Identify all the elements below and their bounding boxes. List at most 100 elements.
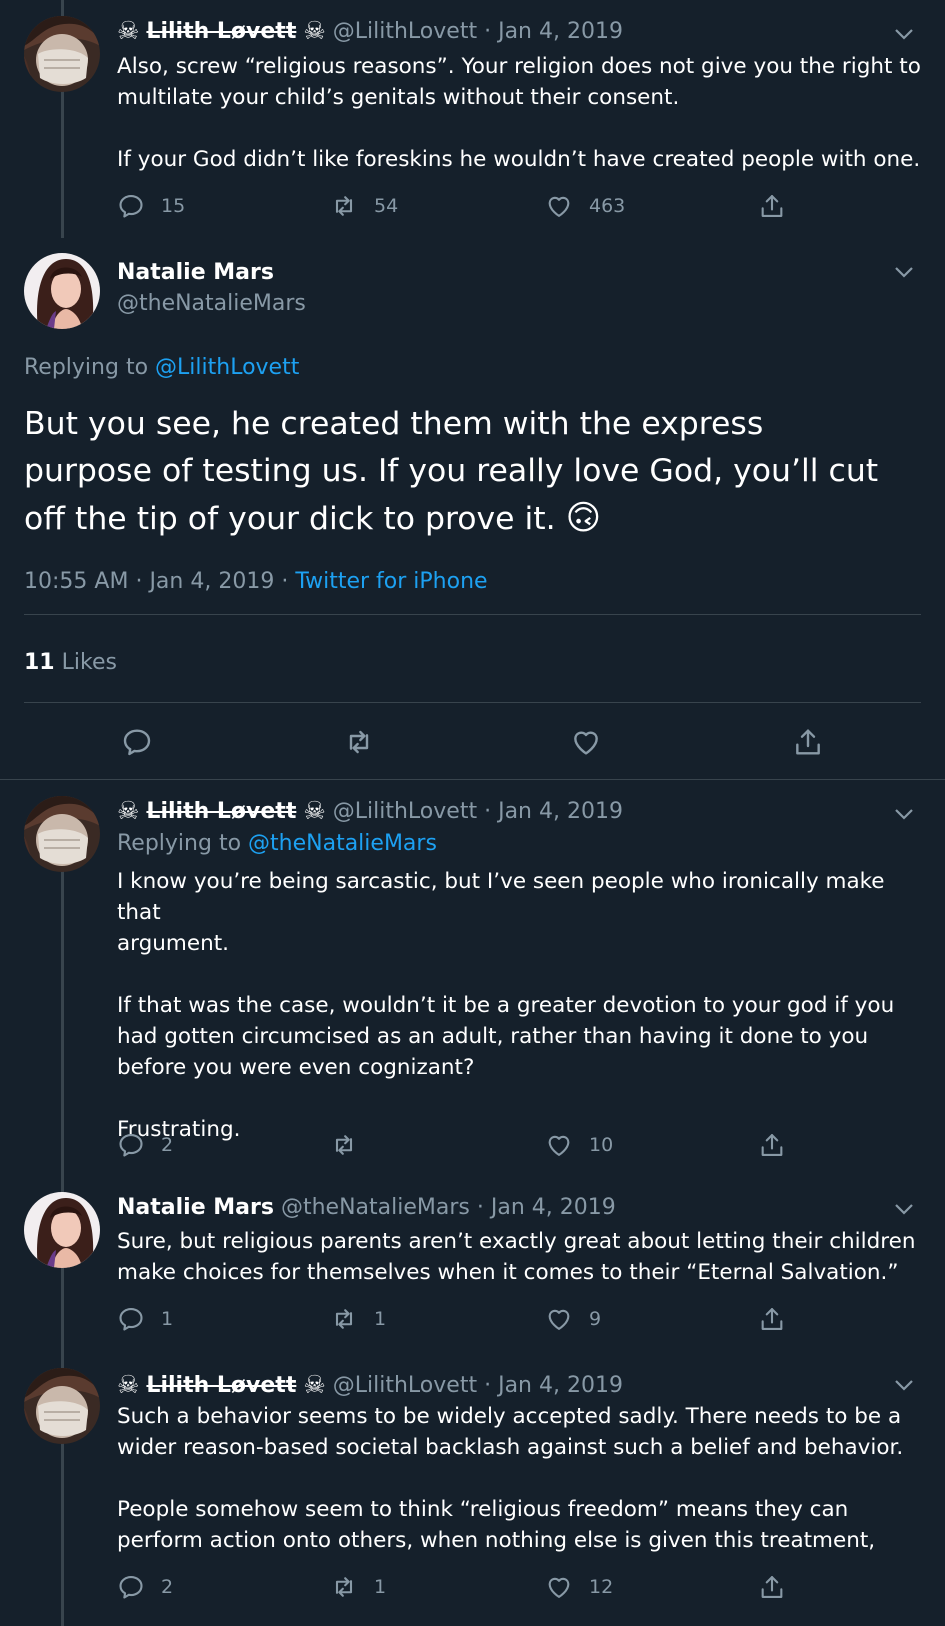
tweet-date[interactable]: Jan 4, 2019 (149, 569, 274, 594)
text-line: before you were even cognizant? (117, 1055, 475, 1080)
likes-summary[interactable]: 11 Likes (24, 650, 117, 675)
share-icon (758, 1305, 786, 1333)
text-line: If your God didn’t like foreskins he wou… (117, 147, 921, 172)
retweet-button[interactable] (343, 726, 375, 758)
reply-button[interactable]: 1 (117, 1305, 173, 1333)
share-button[interactable] (792, 726, 824, 758)
text-line: Such a behavior seems to be widely accep… (117, 1404, 902, 1429)
tweet-date[interactable]: Jan 4, 2019 (491, 1195, 616, 1220)
text-line: But you see, he created them with the ex… (24, 406, 764, 442)
share-icon (758, 1573, 786, 1601)
like-count: 463 (589, 195, 626, 217)
share-button[interactable] (758, 192, 786, 220)
tweet-header: ☠ Lilith Løvett ☠ @LilithLovett · Jan 4,… (117, 796, 623, 825)
retweet-icon (330, 192, 358, 220)
tweet-date[interactable]: Jan 4, 2019 (498, 19, 623, 44)
avatar[interactable] (24, 16, 100, 92)
tweet-source[interactable]: Twitter for iPhone (295, 569, 487, 594)
text-line: Sure, but religious parents aren’t exact… (117, 1229, 916, 1254)
chevron-down-icon[interactable] (893, 26, 915, 40)
reply-button[interactable]: 15 (117, 192, 185, 220)
display-name[interactable]: Natalie Mars (117, 1195, 274, 1220)
replying-label: Replying to (117, 831, 242, 856)
retweet-button[interactable] (330, 1131, 374, 1159)
reply-button[interactable]: 2 (117, 1573, 173, 1601)
like-button[interactable]: 463 (545, 192, 625, 220)
skull-crossbones-icon: ☠ (117, 796, 140, 825)
like-icon (545, 1131, 573, 1159)
text-line: If that was the case, wouldn’t it be a g… (117, 993, 895, 1018)
retweet-button[interactable]: 1 (330, 1305, 386, 1333)
chevron-down-icon[interactable] (893, 1201, 915, 1215)
share-button[interactable] (758, 1305, 786, 1333)
handle[interactable]: @LilithLovett (333, 19, 477, 44)
avatar[interactable] (24, 1368, 100, 1444)
mention-link[interactable]: @theNatalieMars (248, 831, 437, 856)
skull-crossbones-icon: ☠ (303, 1370, 326, 1399)
retweet-button[interactable]: 1 (330, 1573, 386, 1601)
separator: · (135, 569, 143, 594)
avatar[interactable] (24, 1192, 100, 1268)
text-line: People somehow seem to think “religious … (117, 1497, 849, 1522)
tweet-time[interactable]: 10:55 AM (24, 569, 128, 594)
share-icon (792, 726, 824, 758)
divider (24, 614, 921, 615)
share-button[interactable] (758, 1573, 786, 1601)
handle[interactable]: @LilithLovett (333, 799, 477, 824)
display-name[interactable]: Lilith Løvett (146, 799, 296, 824)
chevron-down-icon[interactable] (893, 1377, 915, 1391)
text-line: argument. (117, 931, 229, 956)
reply-button[interactable]: 2 (117, 1131, 173, 1159)
separator: · (484, 19, 492, 44)
reply-count: 2 (161, 1576, 174, 1598)
reply-count: 15 (161, 195, 186, 217)
handle[interactable]: @theNatalieMars (117, 291, 306, 316)
chevron-down-icon[interactable] (893, 806, 915, 820)
skull-crossbones-icon: ☠ (117, 16, 140, 45)
retweet-button[interactable]: 54 (330, 192, 398, 220)
text-line: wider reason-based societal backlash aga… (117, 1435, 904, 1460)
like-icon (570, 726, 602, 758)
like-button[interactable]: 10 (545, 1131, 613, 1159)
replying-label: Replying to (24, 355, 149, 380)
like-button[interactable]: 12 (545, 1573, 613, 1601)
like-count: 12 (589, 1576, 614, 1598)
text-line (117, 113, 927, 144)
chevron-down-icon[interactable] (893, 264, 915, 278)
reply-count: 1 (161, 1308, 174, 1330)
replying-to: Replying to @LilithLovett (24, 355, 299, 380)
divider (0, 779, 945, 780)
likes-count: 11 (24, 650, 55, 675)
tweet-date[interactable]: Jan 4, 2019 (498, 799, 623, 824)
like-icon (545, 1573, 573, 1601)
text-line: Frustrating. (117, 1117, 241, 1142)
text-line: I know you’re being sarcastic, but I’ve … (117, 869, 885, 925)
handle[interactable]: @theNatalieMars (281, 1195, 470, 1220)
skull-crossbones-icon: ☠ (117, 1370, 140, 1399)
text-line: make choices for themselves when it come… (117, 1260, 899, 1285)
like-button[interactable] (570, 726, 602, 758)
retweet-icon (343, 726, 375, 758)
avatar[interactable] (24, 796, 100, 872)
reply-button[interactable] (121, 726, 153, 758)
display-name[interactable]: Lilith Løvett (146, 1373, 296, 1398)
text-line: off the tip of your dick to prove it. 🙃 (24, 495, 924, 543)
handle[interactable]: @LilithLovett (333, 1373, 477, 1398)
skull-crossbones-icon: ☠ (303, 796, 326, 825)
display-name[interactable]: Natalie Mars (117, 260, 274, 285)
separator: · (484, 1373, 492, 1398)
separator: · (281, 569, 289, 594)
tweet-text: Such a behavior seems to be widely accep… (117, 1401, 927, 1556)
share-icon (758, 1131, 786, 1159)
replying-to: Replying to @theNatalieMars (117, 831, 437, 856)
retweet-count: 1 (374, 1576, 387, 1598)
reply-icon (117, 1131, 145, 1159)
tweet-date[interactable]: Jan 4, 2019 (498, 1373, 623, 1398)
display-name[interactable]: Lilith Løvett (146, 19, 296, 44)
mention-link[interactable]: @LilithLovett (155, 355, 299, 380)
avatar[interactable] (24, 253, 100, 329)
like-button[interactable]: 9 (545, 1305, 601, 1333)
focused-tweet-text: But you see, he created them with the ex… (24, 401, 924, 543)
share-button[interactable] (758, 1131, 786, 1159)
tweet-text: I know you’re being sarcastic, but I’ve … (117, 866, 927, 1145)
